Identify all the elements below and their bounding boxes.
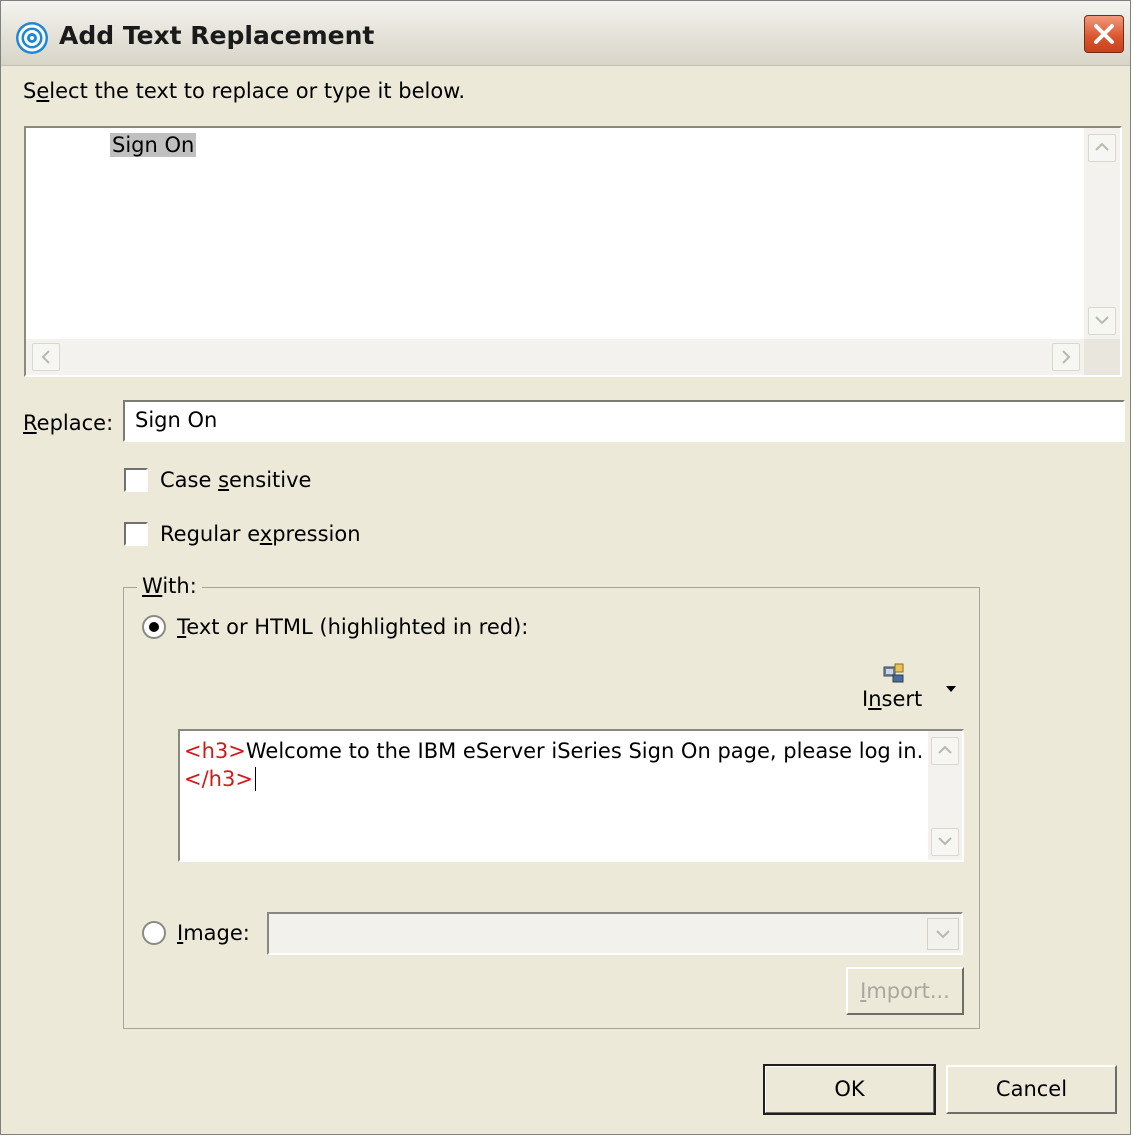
chevron-down-icon (1095, 316, 1109, 325)
html-content: Welcome to the IBM eServer iSeries Sign … (245, 739, 924, 763)
cancel-button[interactable]: Cancel (946, 1065, 1117, 1114)
import-button[interactable]: Import... (846, 967, 964, 1015)
html-scroll-down-button[interactable] (931, 828, 959, 856)
chevron-down-icon (936, 930, 950, 939)
html-editor-vertical-scrollbar[interactable] (928, 731, 962, 860)
chevron-up-icon (938, 745, 952, 754)
text-or-html-radio[interactable] (142, 615, 166, 639)
insert-button[interactable]: Insert (862, 687, 922, 711)
chevron-right-icon (1062, 350, 1071, 364)
text-or-html-label[interactable]: Text or HTML (highlighted in red): (177, 615, 528, 639)
text-caret (254, 767, 256, 791)
radio-selected-dot (149, 622, 159, 632)
case-sensitive-label[interactable]: Case sensitive (160, 468, 311, 492)
source-preview-textarea[interactable]: Sign On (24, 126, 1122, 377)
dialog-title: Add Text Replacement (59, 21, 375, 50)
image-radio[interactable] (142, 921, 166, 945)
html-close-tag: </h3> (184, 767, 253, 791)
case-sensitive-checkbox[interactable] (124, 468, 148, 492)
instruction-label: Select the text to replace or type it be… (23, 79, 466, 103)
image-select-dropdown-button[interactable] (927, 918, 959, 950)
chevron-down-icon (938, 837, 952, 846)
close-button[interactable] (1084, 15, 1124, 53)
image-label[interactable]: Image: (177, 921, 250, 945)
with-group-legend: With: (137, 574, 202, 598)
scroll-right-button[interactable] (1052, 343, 1080, 371)
scrollbar-corner (1084, 339, 1120, 375)
preview-vertical-scrollbar[interactable] (1084, 128, 1120, 339)
html-replacement-text[interactable]: <h3>Welcome to the IBM eServer iSeries S… (184, 737, 924, 793)
close-icon (1094, 24, 1114, 44)
preview-horizontal-scrollbar[interactable] (26, 339, 1084, 375)
replace-input[interactable]: Sign On (123, 400, 1125, 442)
replace-label: Replace: (23, 411, 114, 435)
source-preview-content[interactable]: Sign On (26, 128, 1084, 339)
insert-dropdown-arrow-icon[interactable] (945, 685, 957, 693)
html-replacement-editor[interactable]: <h3>Welcome to the IBM eServer iSeries S… (178, 729, 964, 862)
html-scroll-up-button[interactable] (931, 737, 959, 765)
dialog-window: Add Text Replacement Select the text to … (0, 0, 1131, 1135)
insert-icon[interactable] (881, 660, 907, 686)
html-open-tag: <h3> (184, 739, 246, 763)
spiral-app-icon (16, 22, 48, 54)
chevron-left-icon (41, 350, 50, 364)
regular-expression-checkbox[interactable] (124, 522, 148, 546)
selected-text[interactable]: Sign On (110, 133, 197, 157)
image-select[interactable] (267, 912, 963, 955)
regular-expression-label[interactable]: Regular expression (160, 522, 361, 546)
scroll-left-button[interactable] (32, 343, 60, 371)
chevron-up-icon (1095, 142, 1109, 151)
scroll-down-button[interactable] (1088, 307, 1116, 335)
scroll-up-button[interactable] (1088, 134, 1116, 162)
title-bar[interactable]: Add Text Replacement (1, 1, 1130, 66)
ok-button[interactable]: OK (763, 1064, 936, 1115)
